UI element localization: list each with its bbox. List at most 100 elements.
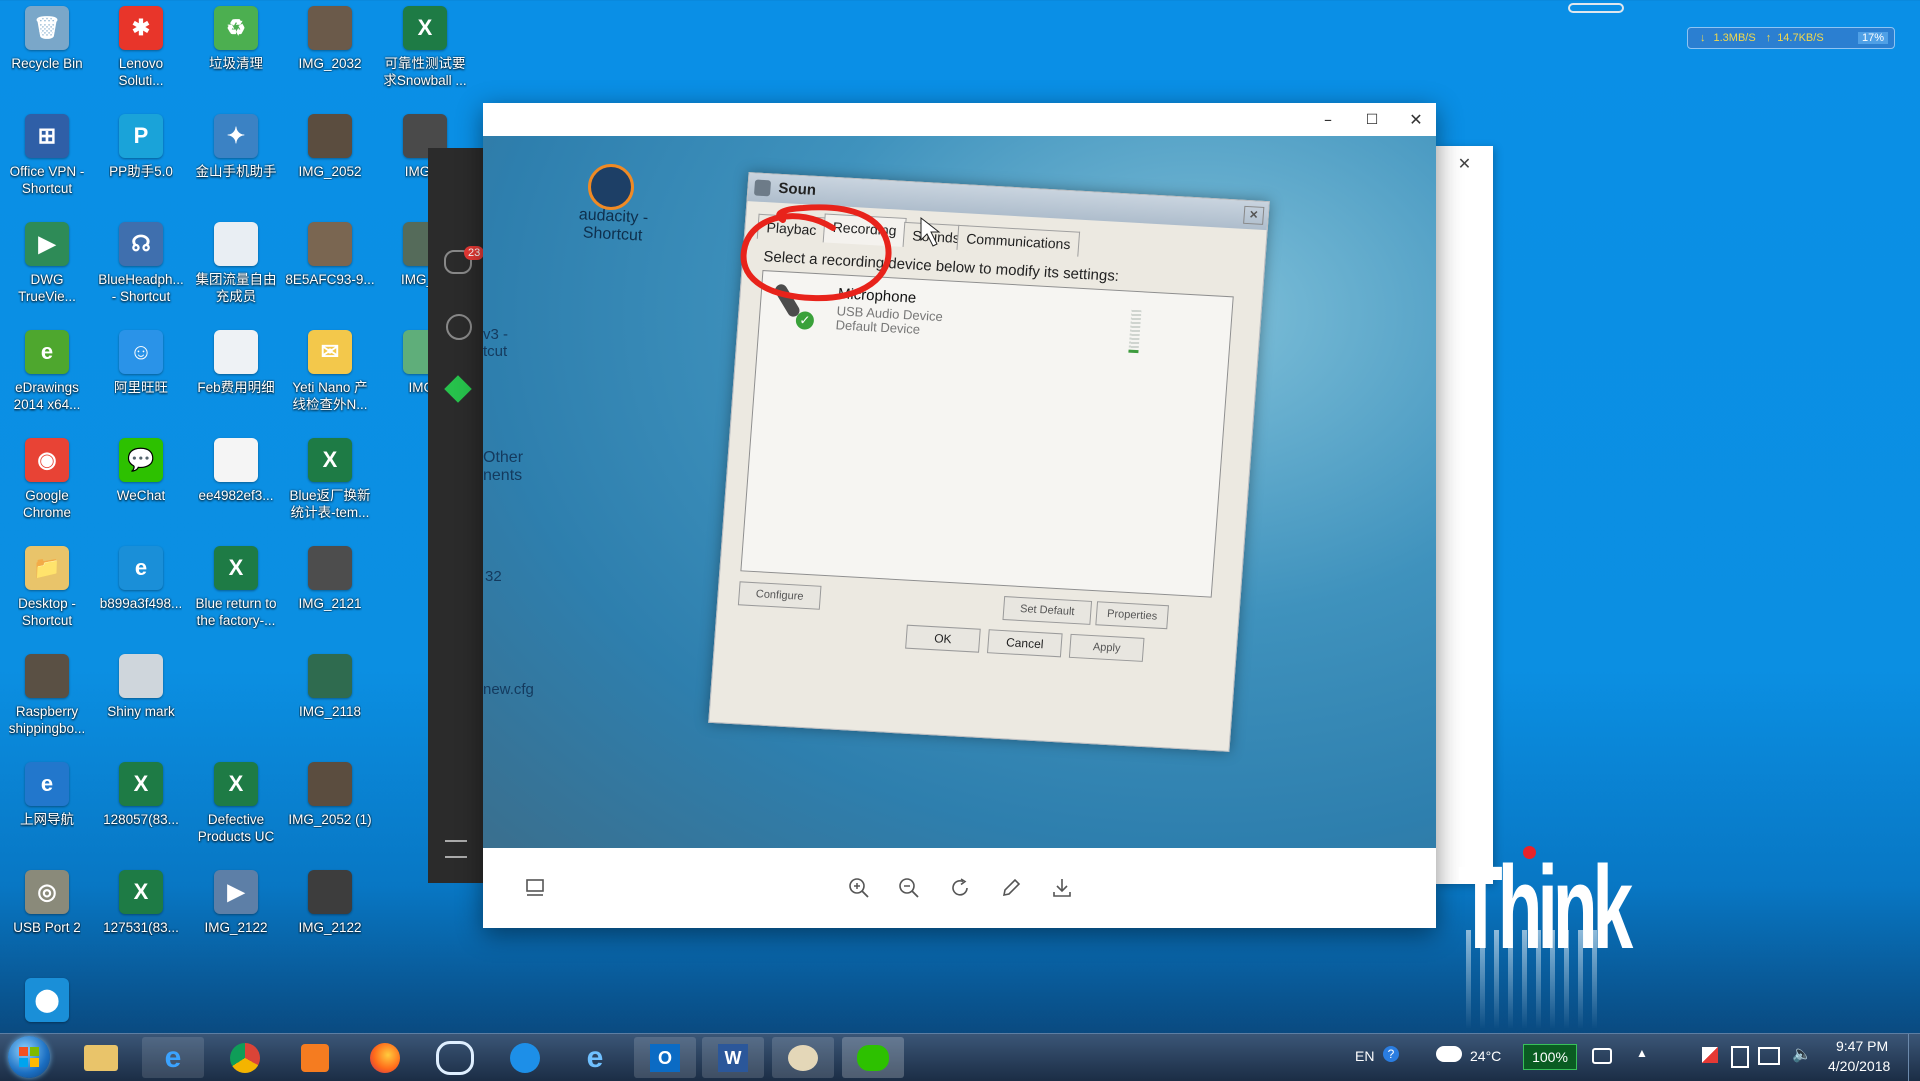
menu-icon[interactable] — [445, 840, 467, 858]
desktop-icon[interactable]: ▶ IMG_2122 — [189, 866, 283, 970]
taskbar-outlook[interactable]: O — [634, 1037, 696, 1078]
minimize-button[interactable]: – — [1306, 103, 1350, 136]
desktop-icon[interactable]: Raspberry shippingbo... — [0, 650, 94, 754]
download-icon[interactable] — [1044, 870, 1080, 906]
cube-icon[interactable] — [444, 375, 472, 403]
cancel-button[interactable]: Cancel — [986, 629, 1063, 658]
rotate-icon[interactable] — [942, 870, 978, 906]
desktop-icon[interactable]: Shiny mark — [94, 650, 188, 754]
start-button[interactable] — [8, 1036, 50, 1078]
desktop-icon[interactable]: IMG_2121 — [283, 542, 377, 646]
taskbar-chrome[interactable] — [214, 1037, 276, 1078]
set-default-button[interactable]: Set Default — [1002, 596, 1093, 625]
desktop-icon[interactable]: ♻ 垃圾清理 — [189, 2, 283, 106]
mail-icon: ✉ — [308, 330, 352, 374]
desktop-icon[interactable]: e eDrawings 2014 x64... — [0, 326, 94, 430]
secondary-close-button[interactable]: ✕ — [1436, 154, 1493, 173]
network-icon[interactable] — [1758, 1047, 1780, 1065]
desktop-icon[interactable]: X 可靠性测试要 求Snowball ... — [378, 2, 472, 106]
desktop-icon[interactable]: 💬 WeChat — [94, 434, 188, 538]
desktop-icon[interactable]: ✉ Yeti Nano 产 线检查外N... — [283, 326, 377, 430]
taskbar-paint[interactable] — [772, 1037, 834, 1078]
desktop-icon[interactable]: ◎ USB Port 2 — [0, 866, 94, 970]
thumbnails-icon[interactable] — [517, 870, 553, 906]
desktop-icon[interactable]: e b899a3f498... — [94, 542, 188, 646]
clock-time[interactable]: 9:47 PM — [1836, 1038, 1888, 1054]
photo-bg-label-cfg: new.cfg — [483, 681, 534, 698]
desktop-icon[interactable]: IMG_2052 (1) — [283, 758, 377, 862]
desktop-icon-label: IMG_2118 — [298, 704, 362, 719]
properties-button[interactable]: Properties — [1095, 601, 1169, 630]
sound-dialog: Soun ✕ Playbac Recording Sounds Communic… — [708, 172, 1270, 752]
desktop-icon[interactable]: ✦ 金山手机助手 — [189, 110, 283, 214]
help-icon[interactable]: ? — [1383, 1046, 1399, 1062]
device-icon[interactable] — [1731, 1046, 1749, 1068]
image-icon — [308, 222, 352, 266]
desktop-icon[interactable]: 📁 Desktop - Shortcut — [0, 542, 94, 646]
desktop-icon[interactable]: e 上网导航 — [0, 758, 94, 862]
desktop-icon[interactable]: IMG_2052 — [283, 110, 377, 214]
taskbar-media-player[interactable] — [284, 1037, 346, 1078]
edit-icon[interactable] — [993, 870, 1029, 906]
taskbar-word[interactable]: W — [702, 1037, 764, 1078]
show-hidden-icons-chevron-icon[interactable]: ▲ — [1636, 1046, 1648, 1060]
microphone-device-row[interactable]: ✓ Microphone USB Audio Device Default De… — [767, 280, 1220, 361]
ie-icon: e — [586, 1040, 604, 1074]
zoom-out-icon[interactable] — [891, 870, 927, 906]
action-center-flag-icon[interactable] — [1702, 1047, 1718, 1063]
clock-date[interactable]: 4/20/2018 — [1828, 1058, 1890, 1074]
ok-button[interactable]: OK — [905, 624, 981, 653]
desktop-icon[interactable]: ☺ 阿里旺旺 — [94, 326, 188, 430]
tab-recording[interactable]: Recording — [822, 213, 907, 247]
desktop-icon[interactable]: ☊ BlueHeadph... - Shortcut — [94, 218, 188, 322]
desktop-icon[interactable]: 🗑 Recycle Bin — [0, 2, 94, 106]
desktop-icon[interactable]: ◉ Google Chrome — [0, 434, 94, 538]
configure-button[interactable]: Configure — [737, 581, 822, 610]
language-indicator[interactable]: EN — [1355, 1048, 1374, 1064]
temperature[interactable]: 24°C — [1470, 1048, 1501, 1064]
taskbar-baidu-cloud[interactable] — [424, 1037, 486, 1078]
taskbar-ie[interactable]: e — [142, 1037, 204, 1078]
desktop-icon[interactable]: X Defective Products UC — [189, 758, 283, 862]
image-icon — [308, 762, 352, 806]
desktop-icon[interactable]: IMG_2122 — [283, 866, 377, 970]
taskbar-firefox[interactable] — [354, 1037, 416, 1078]
weather-cloud-icon[interactable] — [1436, 1046, 1462, 1062]
desktop-icon[interactable]: X Blue return to the factory-... — [189, 542, 283, 646]
speaker-icon — [753, 179, 772, 197]
tab-communications[interactable]: Communications — [956, 224, 1081, 257]
desktop-icon[interactable]: ee4982ef3... — [189, 434, 283, 538]
battery-plug-icon[interactable] — [1592, 1048, 1612, 1064]
contacts-icon[interactable] — [446, 314, 472, 340]
desktop-icon[interactable]: ⊞ Office VPN - Shortcut — [0, 110, 94, 214]
desktop-icon[interactable]: X 128057(83... — [94, 758, 188, 862]
battery-indicator[interactable]: 100% — [1523, 1044, 1577, 1070]
volume-icon[interactable]: 🔈 — [1792, 1044, 1812, 1063]
desktop-icon[interactable]: Feb费用明细 — [189, 326, 283, 430]
desktop-icon[interactable]: IMG_2032 — [283, 2, 377, 106]
desktop-icon[interactable]: X Blue返厂换新 统计表-tem... — [283, 434, 377, 538]
show-desktop-button[interactable] — [1908, 1034, 1920, 1081]
top-slider-handle[interactable] — [1568, 3, 1624, 13]
taskbar-file-explorer[interactable] — [70, 1037, 132, 1078]
apply-button[interactable]: Apply — [1068, 633, 1145, 662]
desktop-icon[interactable]: 8E5AFC93-9... — [283, 218, 377, 322]
usb-icon: ◎ — [25, 870, 69, 914]
tab-playback[interactable]: Playbac — [756, 213, 827, 243]
maximize-button[interactable]: ☐ — [1350, 103, 1394, 136]
desktop-icon[interactable]: ✱ Lenovo Soluti... — [94, 2, 188, 106]
desktop-icon[interactable]: IMG_2118 — [283, 650, 377, 754]
close-button[interactable]: ✕ — [1394, 103, 1438, 136]
taskbar-ie-alt[interactable]: e — [564, 1037, 626, 1078]
desktop-icon[interactable]: ▶ DWG TrueVie... — [0, 218, 94, 322]
desktop-icon-label: Raspberry shippingbo... — [8, 704, 86, 736]
viewer-titlebar[interactable]: – ☐ ✕ — [483, 103, 1436, 136]
taskbar-edge[interactable] — [494, 1037, 556, 1078]
image-icon — [308, 114, 352, 158]
desktop-icon[interactable]: X 127531(83... — [94, 866, 188, 970]
dialog-close-icon[interactable]: ✕ — [1243, 205, 1265, 225]
desktop-icon[interactable]: 集团流量自由 充成员 — [189, 218, 283, 322]
zoom-in-icon[interactable] — [841, 870, 877, 906]
desktop-icon[interactable]: P PP助手5.0 — [94, 110, 188, 214]
taskbar-wechat[interactable] — [842, 1037, 904, 1078]
